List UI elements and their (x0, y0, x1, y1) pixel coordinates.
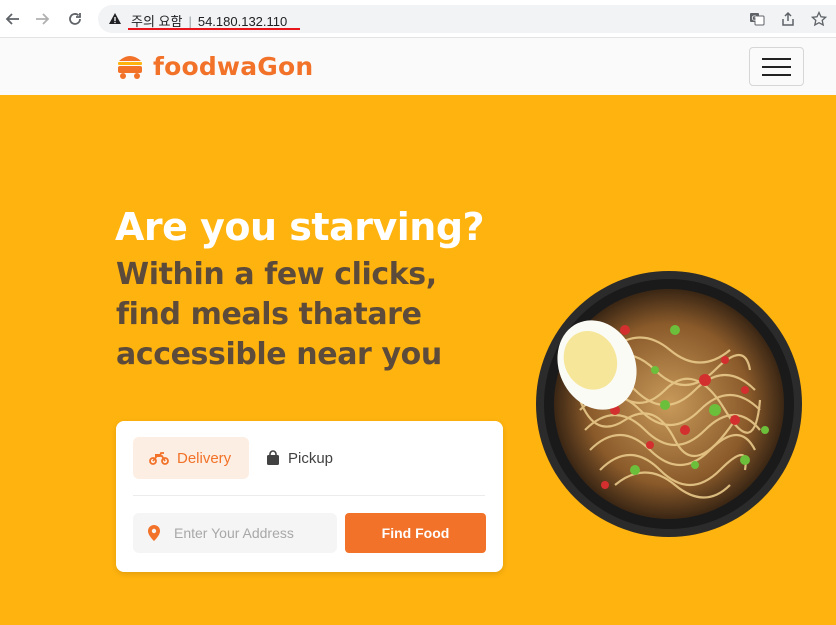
menu-bar-icon (762, 73, 791, 76)
food-truck-logo-icon (118, 56, 142, 79)
warning-icon (109, 13, 121, 24)
menu-bar-icon (762, 57, 791, 60)
translate-icon[interactable]: G (749, 11, 765, 27)
tab-delivery-label: Delivery (177, 449, 232, 467)
back-arrow-icon (5, 13, 19, 25)
tab-delivery[interactable]: Delivery (133, 437, 249, 479)
hero-section: Are you starving? Within a few clicks, f… (0, 95, 836, 625)
menu-bar-icon (762, 65, 791, 68)
shopping-bag-icon (267, 450, 279, 465)
url-annotation-underline (128, 28, 300, 30)
hamburger-menu-button[interactable] (749, 47, 804, 86)
logo-text: foodwaGon (153, 51, 314, 81)
browser-toolbar: 주의 요함 | 54.180.132.110 G (0, 0, 836, 38)
url-value: 54.180.132.110 (197, 14, 288, 29)
address-field[interactable] (133, 513, 337, 553)
security-label: 주의 요함 (131, 14, 183, 29)
address-bar[interactable]: 주의 요함 | 54.180.132.110 G (98, 5, 836, 33)
card-divider (133, 495, 485, 496)
svg-text:G: G (752, 15, 757, 23)
site-logo[interactable]: foodwaGon (115, 51, 313, 81)
forward-arrow-icon (36, 13, 50, 25)
address-input[interactable] (174, 525, 324, 541)
hero-subtitle: Within a few clicks, find meals thatare … (116, 257, 442, 372)
motorcycle-icon (149, 452, 169, 465)
noodle-bowl-image (536, 271, 802, 537)
hero-title: Are you starving? (115, 205, 485, 249)
search-card: Delivery Pickup Find Food (116, 421, 503, 572)
bookmark-star-icon[interactable] (811, 11, 827, 27)
location-pin-icon (148, 525, 160, 541)
tab-pickup-label: Pickup (288, 449, 334, 467)
find-food-button[interactable]: Find Food (345, 513, 486, 553)
tab-pickup[interactable]: Pickup (264, 437, 354, 479)
forward-button[interactable] (31, 8, 53, 30)
reload-button[interactable] (64, 8, 86, 30)
share-icon[interactable] (780, 11, 796, 27)
site-header: foodwaGon (0, 38, 836, 95)
back-button[interactable] (2, 8, 24, 30)
reload-icon (69, 13, 81, 25)
